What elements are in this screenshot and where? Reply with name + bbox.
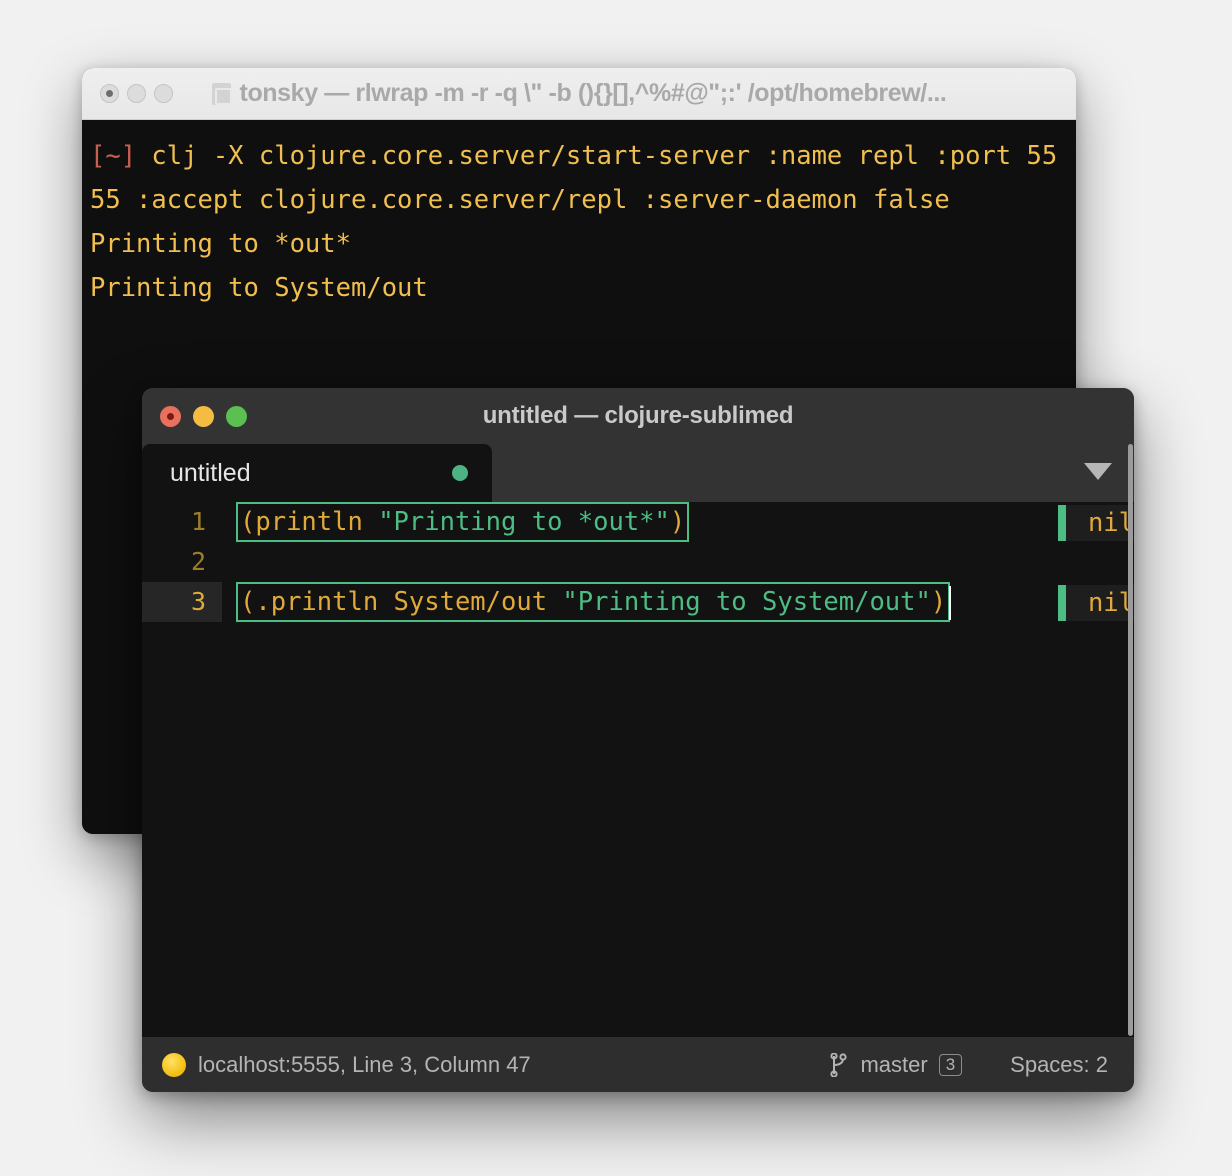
status-indentation[interactable]: Spaces: 2 — [1010, 1052, 1108, 1078]
terminal-titlebar[interactable]: tonsky — rlwrap -m -r -q \" -b (){}[],^%… — [82, 68, 1076, 120]
line-number-3: 3 — [142, 582, 222, 622]
status-branch-name: master — [860, 1051, 928, 1077]
code-line-1[interactable]: 1 (println "Printing to *out*") nil — [142, 502, 1134, 542]
sublime-text-window[interactable]: untitled — clojure-sublimed untitled 1 (… — [142, 388, 1134, 1092]
sublime-traffic-lights[interactable] — [160, 405, 247, 427]
result-value-1: nil — [1087, 508, 1134, 538]
desktop-background: tonsky — rlwrap -m -r -q \" -b (){}[],^%… — [0, 0, 1232, 1176]
editor-scrollbar[interactable] — [1128, 444, 1133, 1036]
terminal-command: clj -X clojure.core.server/start-server … — [90, 141, 1058, 215]
sublime-close-button[interactable] — [160, 405, 181, 427]
chevron-down-icon[interactable] — [1084, 463, 1112, 480]
code-token: ) — [669, 507, 686, 537]
code-token: "Printing to *out*" — [378, 507, 670, 537]
line-number-1: 1 — [190, 507, 206, 536]
status-branch-group[interactable]: master 3 — [829, 1051, 963, 1078]
terminal-close-dot — [106, 90, 113, 97]
sublime-minimize-button[interactable] — [193, 405, 214, 427]
moon-icon — [162, 1052, 186, 1077]
terminal-zoom-button[interactable] — [154, 84, 173, 103]
inline-result-3: nil — [1057, 585, 1134, 621]
status-right-group[interactable]: master 3 Spaces: 2 — [829, 1052, 1108, 1078]
code-token: ) — [930, 587, 947, 617]
code-line-1-text[interactable]: (println "Printing to *out*") — [222, 502, 690, 542]
code-token: ( — [240, 587, 256, 617]
code-line-2[interactable]: 2 — [142, 542, 1134, 582]
code-line-3[interactable]: 3 (.println System/out "Printing to Syst… — [142, 582, 1134, 622]
status-left-group[interactable]: localhost:5555, Line 3, Column 47 — [162, 1052, 531, 1078]
code-line-3-text[interactable]: (.println System/out "Printing to System… — [222, 582, 952, 622]
terminal-traffic-lights[interactable] — [100, 84, 173, 103]
sublime-zoom-button[interactable] — [226, 405, 247, 427]
tab-untitled[interactable]: untitled — [142, 444, 492, 502]
terminal-output-line-2: Printing to System/out — [90, 273, 428, 303]
sublime-window-title: untitled — clojure-sublimed — [482, 402, 794, 429]
status-branch-badge: 3 — [938, 1053, 963, 1076]
sublime-tab-bar[interactable]: untitled — [142, 444, 1134, 502]
status-bar[interactable]: localhost:5555, Line 3, Column 47 master… — [142, 1037, 1134, 1092]
terminal-title-group: tonsky — rlwrap -m -r -q \" -b (){}[],^%… — [82, 79, 1076, 108]
result-bar-icon — [1057, 585, 1066, 621]
terminal-title: tonsky — rlwrap -m -r -q \" -b (){}[],^%… — [239, 79, 947, 107]
terminal-output-line-1: Printing to *out* — [90, 229, 351, 259]
status-connection-position[interactable]: localhost:5555, Line 3, Column 47 — [198, 1052, 531, 1078]
inline-result-1: nil — [1057, 505, 1134, 541]
result-bar-icon — [1057, 505, 1066, 541]
terminal-close-button[interactable] — [100, 84, 119, 103]
terminal-minimize-button[interactable] — [127, 84, 146, 103]
code-token: println — [255, 507, 379, 537]
evaluated-form-3[interactable]: (.println System/out "Printing to System… — [236, 582, 951, 622]
code-token: .println System/out — [255, 587, 563, 617]
folder-icon — [211, 82, 232, 105]
git-branch-icon — [830, 1052, 848, 1077]
result-value-3: nil — [1087, 588, 1134, 618]
tab-label: untitled — [170, 458, 251, 487]
code-token: ( — [240, 507, 256, 537]
code-editor[interactable]: 1 (println "Printing to *out*") nil 2 3 … — [142, 502, 1134, 1037]
evaluated-form-1[interactable]: (println "Printing to *out*") — [236, 502, 690, 542]
line-number-2: 2 — [190, 547, 206, 576]
text-cursor — [949, 586, 952, 620]
sublime-titlebar[interactable]: untitled — clojure-sublimed — [142, 388, 1134, 444]
tab-dirty-indicator-icon[interactable] — [452, 465, 468, 481]
terminal-prompt: [~] — [90, 141, 137, 171]
code-token: "Printing to System/out" — [562, 587, 931, 617]
sublime-close-dot — [167, 412, 174, 420]
